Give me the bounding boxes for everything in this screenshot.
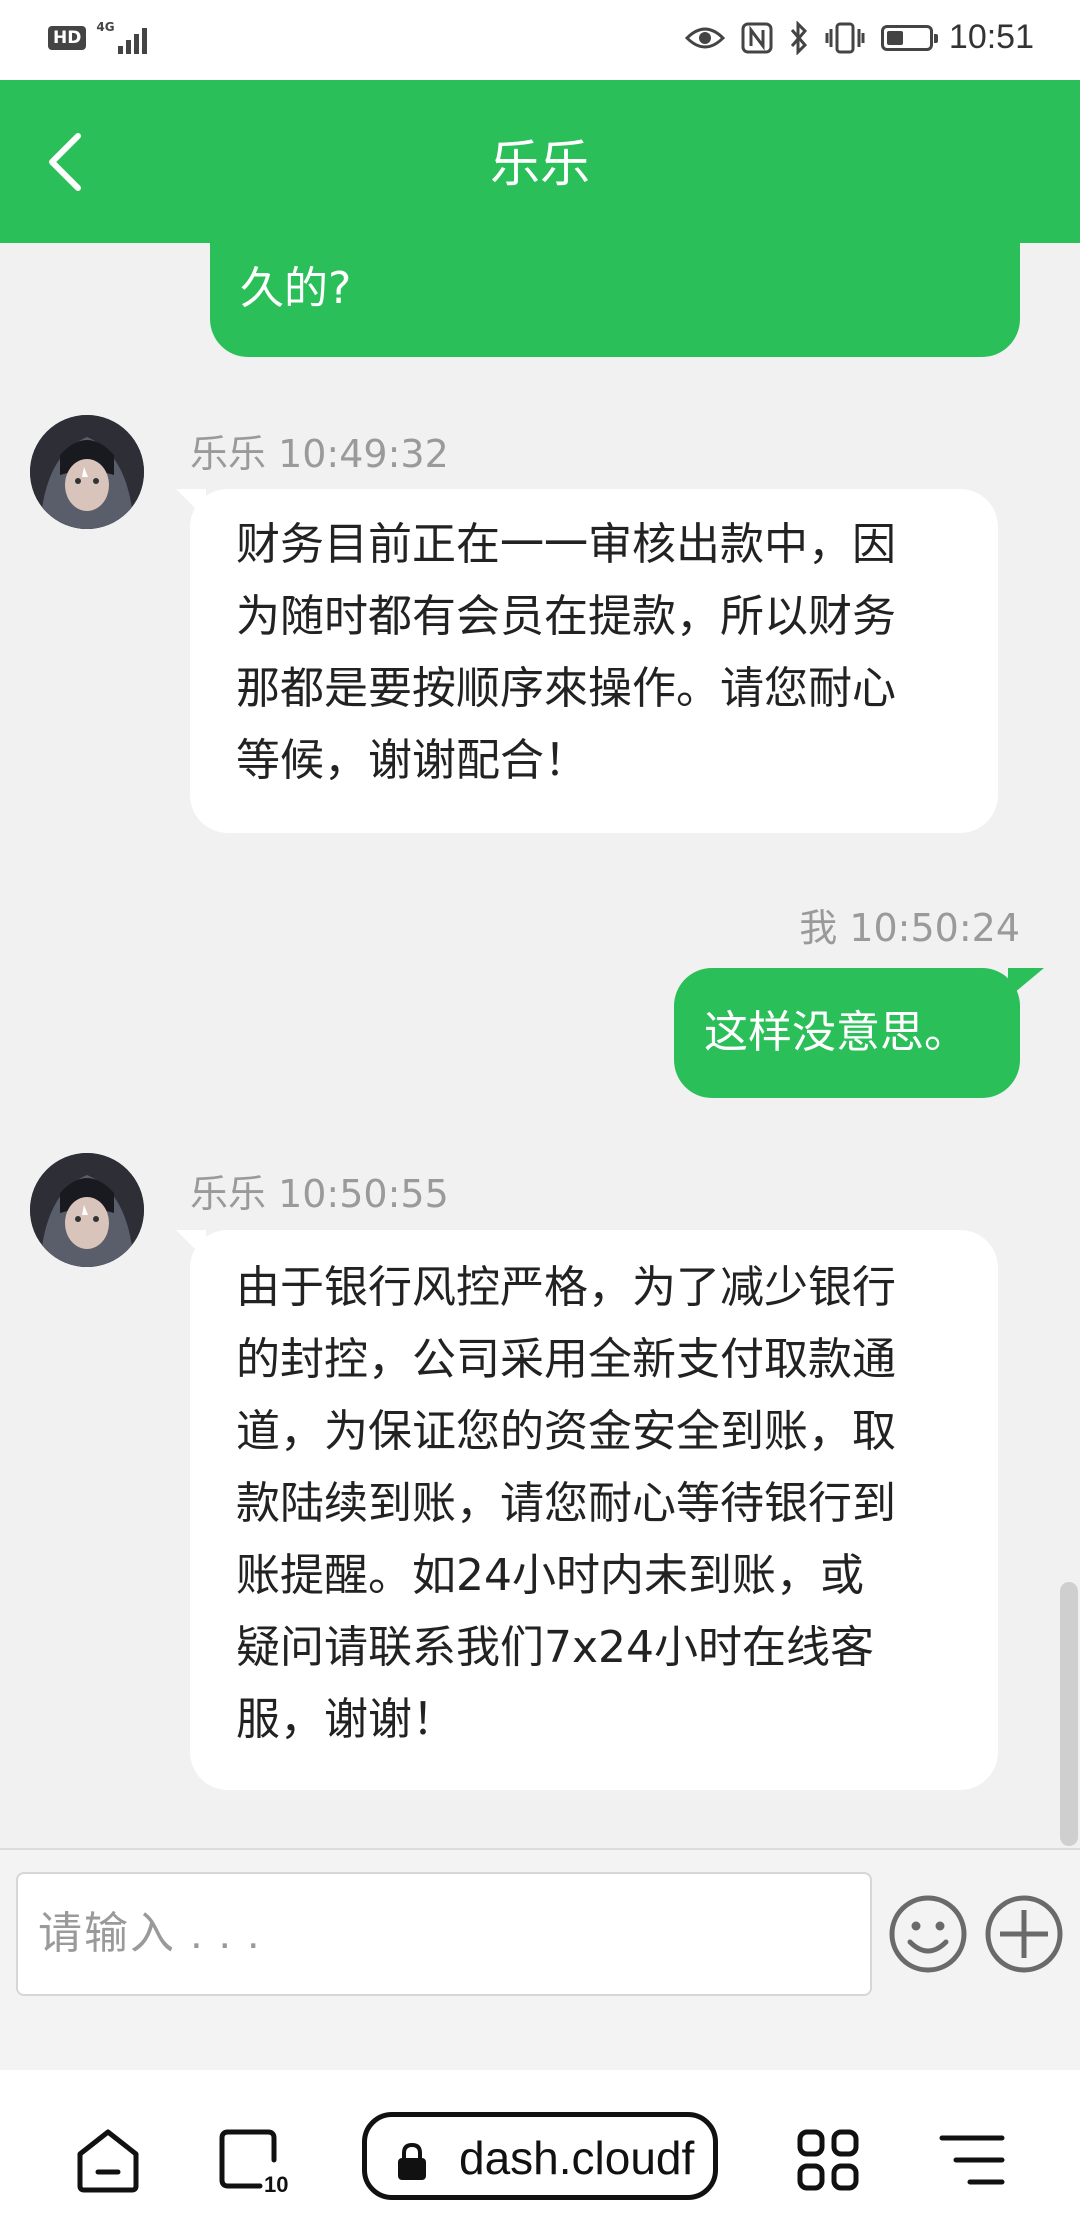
tab-count: 10 [264,2172,289,2197]
message-line: 为随时都有会员在提款，所以财务 [236,591,896,642]
network-type-label: 4G [96,20,115,34]
chat-title: 乐乐 [490,135,590,193]
message-meta: 我 10:50:24 [799,906,1020,950]
message-line: 账提醒。如24小时内未到账，或 [236,1550,864,1601]
message-line: 久的? [240,263,352,314]
address-url: dash.cloudf [459,2132,695,2184]
avatar[interactable] [30,1153,144,1267]
message-list[interactable]: 久的? 乐乐 10:49:32 财务目前正在一一审核出款中，因 为随时都有会员在… [0,243,1080,1848]
message-line: 服，谢谢！ [236,1694,456,1745]
battery-icon [880,24,938,51]
chat-header: 乐乐 [0,80,1080,243]
hd-badge: HD [48,26,87,50]
status-bar: HD 4G 10:51 [0,0,1080,80]
message-bubble-incoming: 财务目前正在一一审核出款中，因 为随时都有会员在提款，所以财务 那都是要按顺序來… [190,489,998,833]
message-input[interactable] [16,1872,872,1996]
status-time: 10:51 [948,18,1034,56]
home-icon[interactable] [72,2124,144,2196]
message-line: 等候，谢谢配合！ [236,735,588,786]
message-meta: 乐乐 10:49:32 [190,432,449,476]
message-bubble-outgoing: 这样没意思。 [674,968,1020,1098]
message-line: 的封控，公司采用全新支付取款通 [236,1334,896,1385]
vibrate-icon [825,22,865,53]
message-bubble-incoming: 由于银行风控严格，为了减少银行 的封控，公司采用全新支付取款通 道，为保证您的资… [190,1230,998,1790]
bluetooth-icon [790,20,807,55]
nfc-icon [741,22,773,53]
message-line: 由于银行风控严格，为了减少银行 [236,1262,896,1313]
chat-scrollbar[interactable] [1060,1582,1078,1846]
eye-icon [684,27,725,48]
apps-grid-icon[interactable] [792,2124,864,2196]
emoji-icon[interactable] [888,1894,968,1974]
message-meta: 乐乐 10:50:55 [190,1172,449,1216]
message-line: 疑问请联系我们7x24小时在线客 [236,1622,875,1673]
message-line: 那都是要按顺序來操作。请您耐心 [236,663,896,714]
message-line: 道，为保证您的资金安全到账，取 [236,1406,896,1457]
message-line: 财务目前正在一一审核出款中，因 [236,519,896,570]
message-input-bar [0,1848,1080,2070]
message-bubble-outgoing: 久的? [210,243,1020,357]
message-line: 这样没意思。 [704,1007,968,1058]
address-bar[interactable]: dash.cloudf [362,2112,718,2200]
avatar[interactable] [30,415,144,529]
plus-circle-icon[interactable] [984,1894,1064,1974]
browser-toolbar: 10 dash.cloudf [0,2070,1080,2240]
menu-icon[interactable] [936,2124,1008,2196]
signal-icon: 4G [96,20,156,56]
message-line: 款陆续到账，请您耐心等待银行到 [236,1478,896,1529]
lock-icon [398,2142,426,2180]
